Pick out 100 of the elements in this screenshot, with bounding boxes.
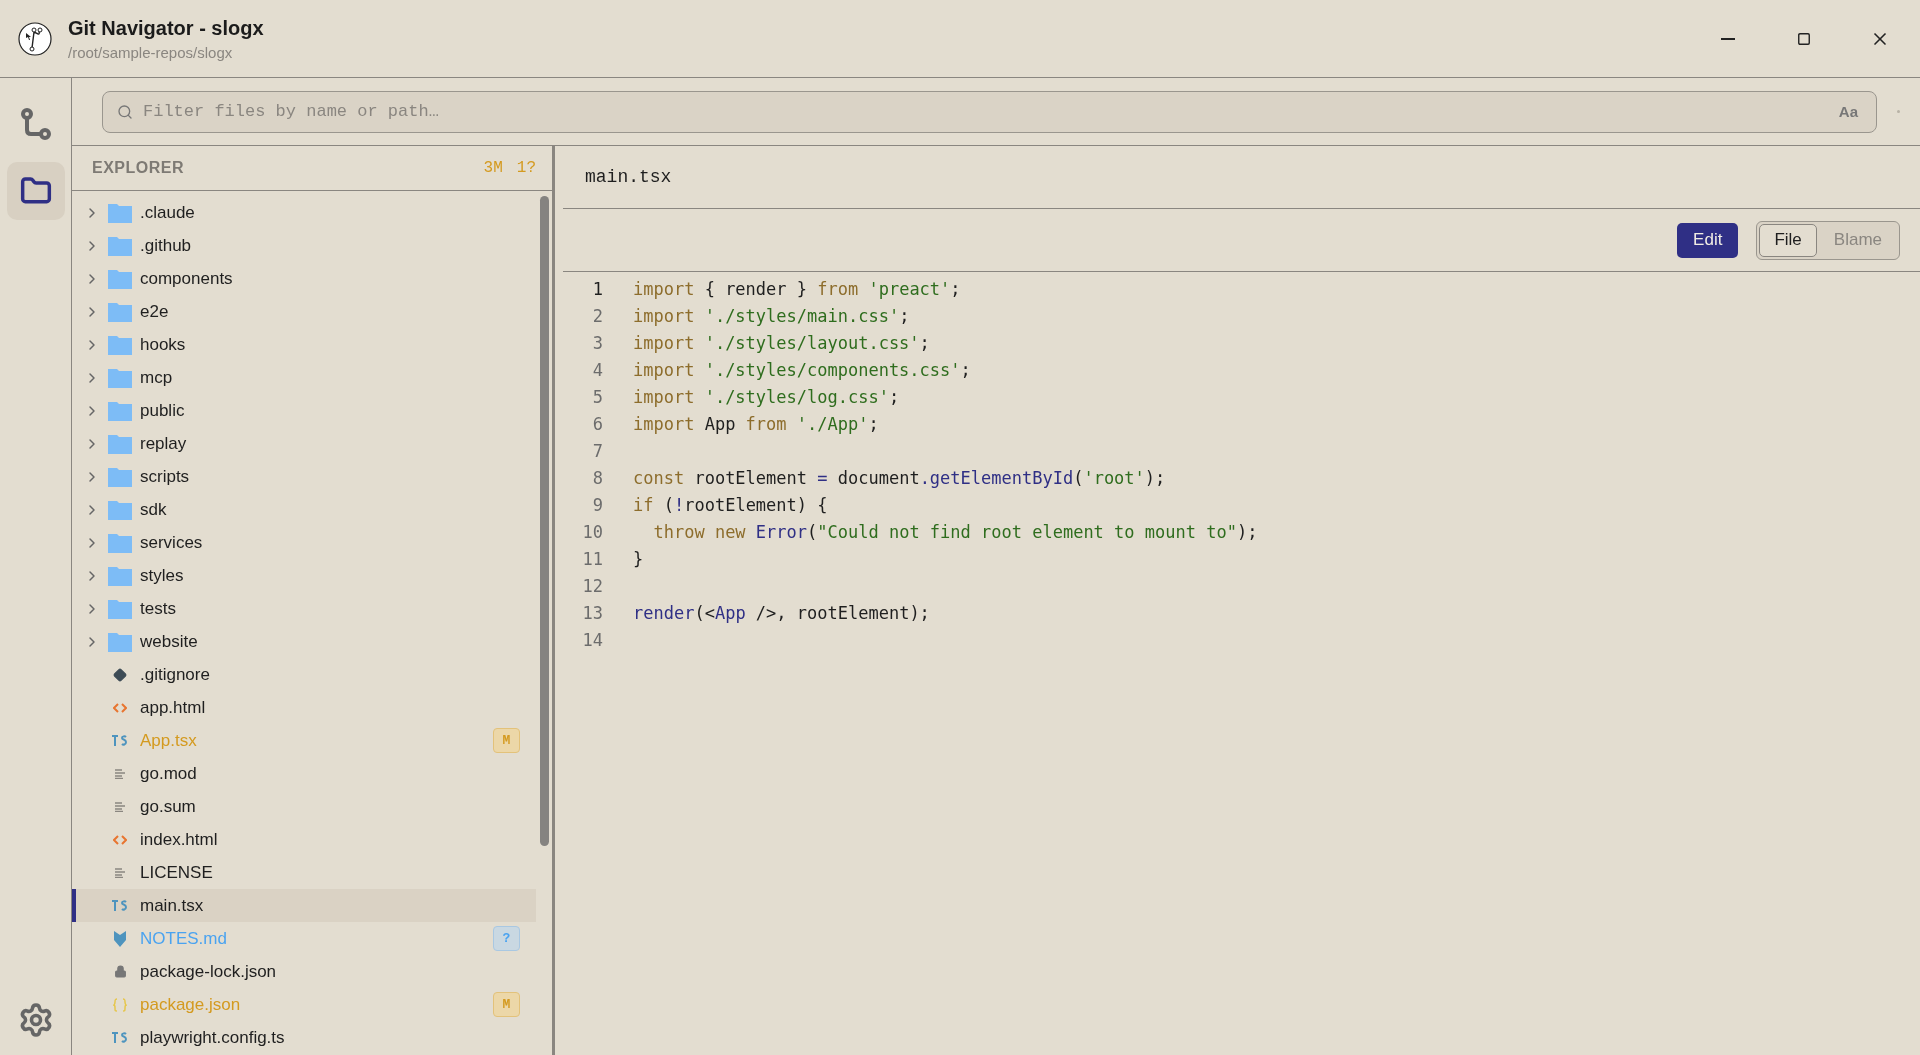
file-name: components — [140, 268, 234, 289]
file-name: go.sum — [140, 796, 197, 817]
code-line: render(<App />, rootElement); — [633, 602, 930, 623]
code-line: import './styles/components.css'; — [633, 359, 971, 380]
line-number: 8 — [591, 467, 603, 488]
file-tree-row[interactable]: .gitignore — [72, 658, 536, 691]
file-tree-row[interactable]: website — [72, 625, 536, 658]
code-line: import './styles/main.css'; — [633, 305, 910, 326]
code-line: import './styles/log.css'; — [633, 386, 900, 407]
line-number: 13 — [581, 602, 603, 623]
file-name: replay — [140, 433, 188, 454]
line-number: 7 — [591, 440, 603, 461]
file-name: package-lock.json — [140, 961, 278, 982]
file-tree-row[interactable]: LICENSE — [72, 856, 536, 889]
text-lines-icon — [115, 768, 125, 779]
folder-icon — [108, 532, 132, 553]
file-tree-row[interactable]: public — [72, 394, 536, 427]
folder-icon — [108, 367, 132, 388]
file-tree-row[interactable]: tests — [72, 592, 536, 625]
file-tree-row[interactable]: .claude — [72, 196, 536, 229]
file-tree-row[interactable]: mcp — [72, 361, 536, 394]
folder-icon — [108, 235, 132, 256]
file-tree-row[interactable]: .github — [72, 229, 536, 262]
status-badge: ? — [493, 926, 520, 951]
file-tree-row[interactable]: app.html — [72, 691, 536, 724]
branch-icon — [19, 108, 52, 142]
file-tree-row[interactable]: scripts — [72, 460, 536, 493]
edit-button[interactable]: Edit — [1677, 222, 1739, 258]
app-logo-icon — [18, 21, 52, 56]
folder-icon — [108, 202, 132, 223]
folder-icon — [108, 301, 132, 322]
file-tree-row[interactable]: styles — [72, 559, 536, 592]
down-arrow-icon — [113, 930, 127, 947]
file-title: main.tsx — [585, 167, 672, 187]
line-number: 3 — [591, 332, 603, 353]
text-lines-icon — [115, 867, 125, 878]
file-tree-row[interactable]: go.mod — [72, 757, 536, 790]
file-name: go.mod — [140, 763, 198, 784]
file-tree-row[interactable]: main.tsx — [72, 889, 536, 922]
folder-icon — [108, 499, 132, 520]
minimize-icon — [1721, 37, 1735, 40]
code-line: import { render } from 'preact'; — [633, 278, 961, 299]
window-title: Git Navigator - slogx — [68, 16, 265, 40]
file-name: website — [140, 631, 199, 652]
search-icon — [117, 103, 133, 120]
line-number: 10 — [581, 521, 603, 542]
repo-path: /root/sample-repos/slogx — [68, 43, 234, 61]
file-name: sdk — [140, 499, 168, 520]
code-line: const rootElement = document.getElementById('root'); — [633, 467, 1166, 488]
folder-icon — [108, 466, 132, 487]
line-number: 4 — [591, 359, 603, 380]
text-lines-icon — [115, 801, 125, 812]
line-number: 6 — [591, 413, 603, 434]
file-tree-row[interactable]: services — [72, 526, 536, 559]
file-tree-row[interactable]: playwright.config.ts — [72, 1021, 536, 1054]
file-name: LICENSE — [140, 862, 214, 883]
file-name: main.tsx — [140, 895, 205, 916]
lock-icon — [113, 965, 127, 978]
line-number: 12 — [581, 575, 603, 596]
folder-icon — [108, 400, 132, 421]
code-line: } — [633, 548, 644, 569]
line-number: 9 — [591, 494, 603, 515]
diamond-icon — [113, 667, 127, 682]
code-brackets-icon — [113, 833, 127, 846]
folder-icon — [108, 565, 132, 586]
file-name: app.html — [140, 697, 207, 718]
ts-icon — [112, 1032, 128, 1043]
braces-icon — [113, 997, 127, 1012]
file-tree-row[interactable]: e2e — [72, 295, 536, 328]
file-tree-row[interactable]: replay — [72, 427, 536, 460]
ts-icon — [112, 735, 128, 746]
scrollbar[interactable] — [540, 196, 549, 846]
file-name: playwright.config.ts — [140, 1027, 286, 1048]
file-name: services — [140, 532, 204, 553]
folder-icon — [108, 433, 132, 454]
file-name: hooks — [140, 334, 187, 355]
ts-icon — [112, 900, 128, 911]
file-name: mcp — [140, 367, 174, 388]
file-tree-row[interactable]: index.html — [72, 823, 536, 856]
file-tree-row[interactable]: package-lock.json — [72, 955, 536, 988]
view-tab[interactable]: File — [1759, 223, 1817, 257]
file-tree-row[interactable]: go.sum — [72, 790, 536, 823]
explorer-nav-button[interactable] — [6, 162, 65, 220]
explorer-title: EXPLORER — [92, 159, 185, 177]
file-name: styles — [140, 565, 185, 586]
file-name: tests — [140, 598, 177, 619]
file-tree-row[interactable]: hooks — [72, 328, 536, 361]
file-name: scripts — [140, 466, 191, 487]
file-name: NOTES.md — [140, 928, 228, 949]
change-count: 1? — [516, 159, 536, 177]
file-tree-row[interactable]: components — [72, 262, 536, 295]
folder-icon — [108, 598, 132, 619]
status-dot — [1897, 110, 1900, 113]
line-number: 11 — [581, 548, 603, 569]
file-name: public — [140, 400, 186, 421]
file-name: .claude — [140, 202, 196, 223]
line-number: 5 — [591, 386, 603, 407]
file-name: .github — [140, 235, 193, 256]
file-tree-row[interactable]: sdk — [72, 493, 536, 526]
line-number: 1 — [591, 278, 603, 299]
